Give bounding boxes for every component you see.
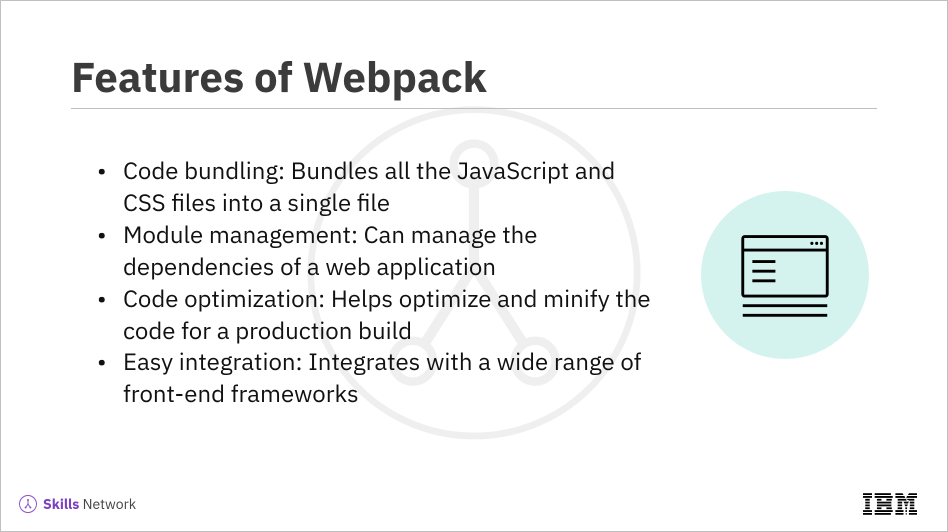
skills-network-icon: [19, 495, 37, 513]
footer-network-text: Network: [83, 495, 137, 513]
browser-illustration: [701, 191, 869, 359]
list-item: Code bundling: Bundles all the JavaScrip…: [105, 155, 661, 219]
footer-skills-text: Skills: [43, 495, 79, 513]
list-item: Code optimization: Helps optimize and mi…: [105, 283, 661, 347]
list-item: Easy integration: Integrates with a wide…: [105, 346, 661, 410]
feature-list: Code bundling: Bundles all the JavaScrip…: [71, 155, 661, 410]
title-divider: [71, 108, 877, 109]
skills-network-logo: Skills Network: [19, 495, 136, 513]
ibm-logo: [863, 493, 917, 515]
slide-title: Features of Webpack: [71, 49, 877, 104]
list-item: Module management: Can manage the depend…: [105, 219, 661, 283]
